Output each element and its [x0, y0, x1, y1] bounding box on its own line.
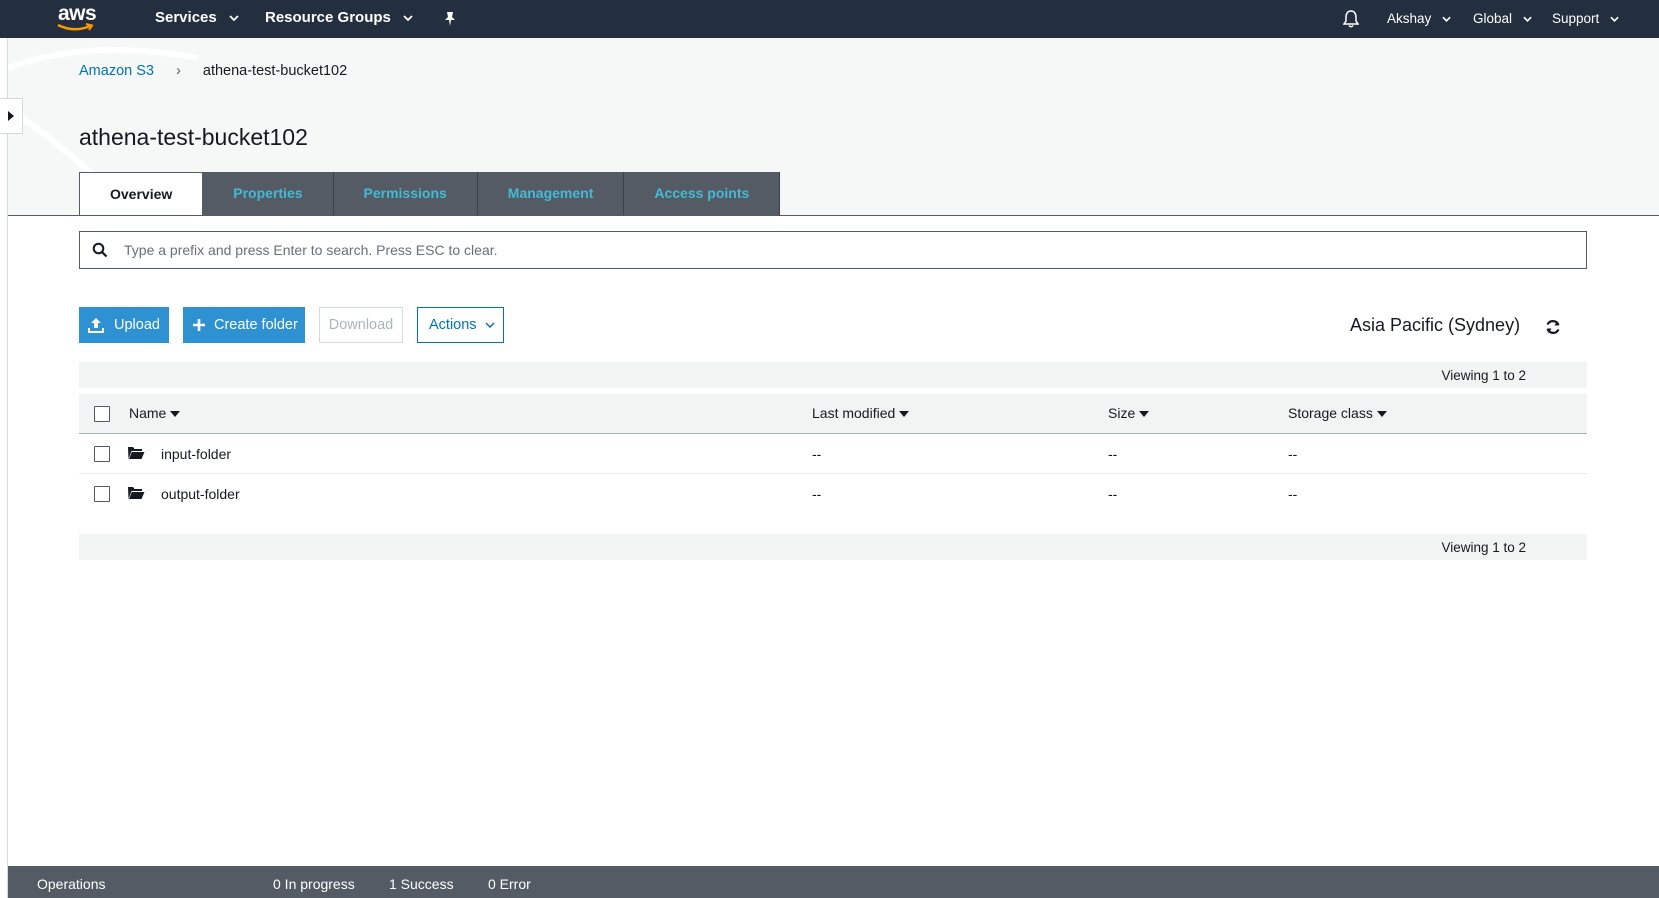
storage-class-cell: -- — [1288, 446, 1298, 462]
tab-bar: Overview Properties Permissions Manageme… — [79, 172, 781, 215]
operations-error: 0 Error — [488, 876, 531, 892]
row-checkbox[interactable] — [94, 446, 110, 462]
actions-button[interactable]: Actions — [417, 307, 504, 343]
resource-groups-label: Resource Groups — [265, 9, 391, 26]
aws-logo[interactable]: aws — [56, 3, 100, 33]
table-row: output-folder -- -- -- — [79, 474, 1587, 514]
sidebar-collapsed — [0, 38, 8, 898]
upload-icon — [88, 318, 104, 333]
folder-icon — [128, 447, 145, 459]
top-navigation: aws Services Resource Groups Akshay Glob… — [0, 0, 1659, 38]
last-modified-cell: -- — [812, 486, 822, 502]
bell-icon[interactable] — [1342, 10, 1360, 28]
folder-name-link[interactable]: input-folder — [161, 446, 231, 462]
download-label: Download — [328, 317, 394, 333]
row-checkbox[interactable] — [94, 486, 110, 502]
viewing-count-bottom: Viewing 1 to 2 — [1441, 540, 1526, 555]
last-modified-cell: -- — [812, 446, 822, 462]
chevron-down-icon — [1610, 17, 1619, 23]
breadcrumb: Amazon S3 › athena-test-bucket102 — [79, 63, 347, 79]
actions-label: Actions — [429, 317, 477, 333]
user-name: Akshay — [1387, 11, 1432, 26]
create-folder-button[interactable]: Create folder — [183, 307, 305, 343]
pager-bottom: Viewing 1 to 2 — [79, 534, 1587, 560]
operations-in-progress: 0 In progress — [273, 876, 355, 892]
chevron-down-icon — [229, 15, 239, 22]
region-menu[interactable]: Global — [1473, 0, 1532, 38]
viewing-count-top: Viewing 1 to 2 — [1441, 368, 1526, 383]
create-folder-label: Create folder — [214, 317, 298, 333]
folder-name-link[interactable]: output-folder — [161, 486, 240, 502]
search-input[interactable] — [124, 232, 1574, 268]
chevron-down-icon — [1523, 17, 1532, 23]
operations-success: 1 Success — [389, 876, 454, 892]
column-name[interactable]: Name — [129, 405, 181, 421]
sort-caret-icon — [1139, 411, 1150, 418]
search-icon — [92, 242, 108, 258]
aws-smile-icon — [57, 23, 94, 31]
plus-icon — [193, 319, 205, 331]
breadcrumb-separator: › — [176, 63, 181, 79]
chevron-down-icon — [485, 322, 495, 328]
resource-groups-menu[interactable]: Resource Groups — [265, 0, 413, 38]
storage-class-cell: -- — [1288, 486, 1298, 502]
chevron-down-icon — [1442, 17, 1451, 23]
breadcrumb-amazon-s3[interactable]: Amazon S3 — [79, 63, 154, 79]
search-box — [79, 231, 1587, 269]
upload-button[interactable]: Upload — [79, 307, 169, 343]
column-last-modified[interactable]: Last modified — [812, 405, 910, 421]
page-title: athena-test-bucket102 — [79, 124, 308, 150]
page-header: Amazon S3 › athena-test-bucket102 athena… — [8, 38, 1659, 216]
sort-caret-icon — [170, 411, 181, 418]
region-name: Global — [1473, 11, 1513, 26]
refresh-icon[interactable] — [1544, 318, 1562, 341]
table-row: input-folder -- -- -- — [79, 434, 1587, 474]
operations-label: Operations — [37, 876, 106, 892]
support-label: Support — [1552, 11, 1600, 26]
sort-caret-icon — [1376, 411, 1387, 418]
caret-right-icon — [8, 111, 14, 121]
bucket-region: Asia Pacific (Sydney) — [1350, 315, 1521, 335]
breadcrumb-current: athena-test-bucket102 — [202, 63, 348, 79]
services-menu[interactable]: Services — [155, 0, 239, 38]
sort-caret-icon — [899, 411, 910, 418]
column-storage-class[interactable]: Storage class — [1288, 405, 1387, 421]
size-cell: -- — [1108, 446, 1118, 462]
size-cell: -- — [1108, 486, 1118, 502]
chevron-down-icon — [403, 15, 413, 22]
table-header: Name Last modified Size Storage class — [79, 394, 1587, 434]
tab-management[interactable]: Management — [477, 172, 625, 215]
upload-label: Upload — [114, 317, 160, 333]
tab-access-points[interactable]: Access points — [624, 172, 781, 215]
pager-top: Viewing 1 to 2 — [79, 362, 1587, 388]
user-menu[interactable]: Akshay — [1387, 0, 1451, 38]
tab-permissions[interactable]: Permissions — [333, 172, 478, 215]
aws-logo-text: aws — [58, 2, 97, 25]
folder-icon — [128, 487, 145, 499]
column-size[interactable]: Size — [1108, 405, 1150, 421]
download-button[interactable]: Download — [319, 307, 403, 343]
tab-overview[interactable]: Overview — [79, 172, 204, 215]
sidebar-toggle[interactable] — [0, 98, 23, 134]
pin-icon[interactable] — [443, 11, 457, 27]
operations-bar[interactable]: Operations 0 In progress 1 Success 0 Err… — [8, 866, 1659, 898]
services-label: Services — [155, 9, 217, 26]
support-menu[interactable]: Support — [1552, 0, 1619, 38]
tab-properties[interactable]: Properties — [203, 172, 334, 215]
select-all-checkbox[interactable] — [94, 406, 110, 422]
